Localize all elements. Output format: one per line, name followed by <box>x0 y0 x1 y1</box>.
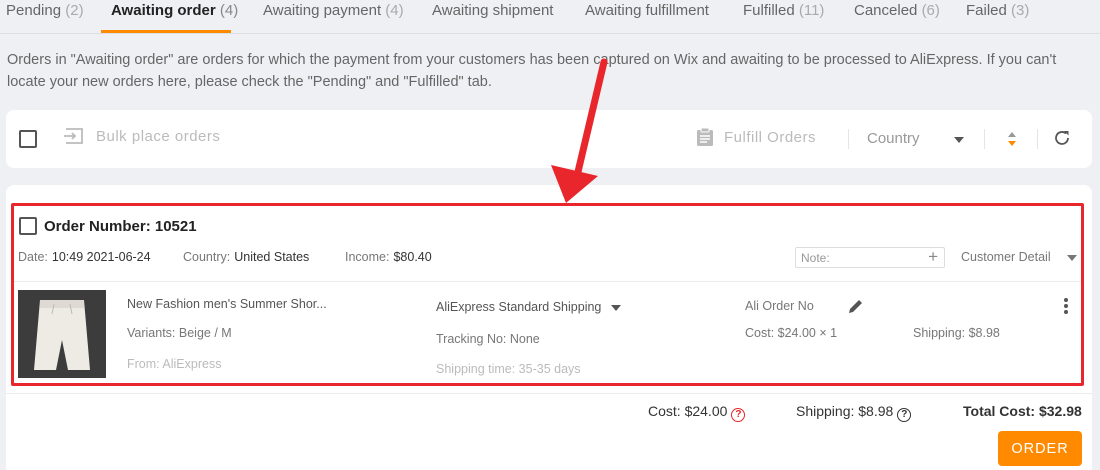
tab-label: Awaiting order <box>111 2 216 19</box>
order-status-tabs: Pending (2) Awaiting order (4) Awaiting … <box>0 0 1100 34</box>
order-date: Date: 10:49 2021-06-24 <box>18 250 151 264</box>
date-value: 10:49 2021-06-24 <box>51 250 151 264</box>
active-tab-indicator <box>101 30 231 33</box>
order-number: Order Number: 10521 <box>44 218 197 235</box>
summary-shipping-text: Shipping: $8.98 <box>796 403 894 419</box>
date-label: Date: <box>18 250 48 264</box>
tab-label: Awaiting fulfillment <box>585 2 709 19</box>
summary-total-text: Total Cost: $32.98 <box>963 403 1082 419</box>
customer-detail-toggle[interactable]: Customer Detail <box>961 250 1077 264</box>
order-button[interactable]: ORDER <box>998 431 1082 466</box>
tab-label: Awaiting payment <box>263 2 382 19</box>
order-income: Income: $80.40 <box>345 250 432 264</box>
product-image[interactable] <box>18 290 106 378</box>
summary-shipping: Shipping: $8.98? <box>796 403 912 422</box>
info-message: Orders in "Awaiting order" are orders fo… <box>7 52 1057 90</box>
tab-failed[interactable]: Failed (3) <box>966 2 1029 19</box>
note-placeholder: Note: <box>801 251 830 265</box>
summary-total: Total Cost: $32.98 <box>963 403 1082 419</box>
clipboard-icon <box>697 127 713 146</box>
bulk-place-orders-button[interactable]: Bulk place orders <box>64 127 220 145</box>
tracking-number: Tracking No: None <box>436 332 540 346</box>
shipping-time: Shipping time: 35-35 days <box>436 362 581 376</box>
fulfill-orders-button[interactable]: Fulfill Orders <box>696 127 816 147</box>
summary-cost-text: Cost: $24.00 <box>648 403 728 419</box>
select-all-checkbox[interactable] <box>19 130 37 148</box>
tab-count: (4) <box>385 2 404 19</box>
tab-label: Awaiting shipment <box>432 2 554 19</box>
tab-label: Pending <box>6 2 62 19</box>
tab-label: Canceled <box>854 2 918 19</box>
order-checkbox[interactable] <box>19 217 37 235</box>
tab-count: (11) <box>798 2 825 19</box>
chevron-down-icon <box>611 305 621 311</box>
plus-icon[interactable]: + <box>928 247 938 267</box>
divider <box>984 129 985 149</box>
pencil-icon[interactable] <box>847 297 865 315</box>
fulfill-label: Fulfill Orders <box>724 128 817 146</box>
order-country: Country: United States <box>183 250 309 264</box>
tab-count: (3) <box>1011 2 1030 19</box>
country-value: United States <box>234 250 310 264</box>
ali-order-no: Ali Order No <box>745 299 814 313</box>
tab-count: (6) <box>921 2 940 19</box>
divider <box>14 281 1081 282</box>
tab-awaiting-payment[interactable]: Awaiting payment (4) <box>263 2 404 19</box>
divider <box>848 129 849 149</box>
country-label: Country: <box>183 250 231 264</box>
tab-label: Fulfilled <box>743 2 795 19</box>
toolbar: Bulk place orders Fulfill Orders Country <box>6 110 1092 168</box>
more-options-icon[interactable] <box>1063 297 1069 315</box>
country-select-label: Country <box>867 130 920 147</box>
product-name[interactable]: New Fashion men's Summer Shor... <box>127 297 327 311</box>
summary-cost: Cost: $24.00? <box>648 403 746 422</box>
country-select[interactable]: Country <box>867 130 967 147</box>
tab-fulfilled[interactable]: Fulfilled (11) <box>743 2 824 19</box>
refresh-icon[interactable] <box>1053 129 1071 147</box>
tab-awaiting-fulfillment[interactable]: Awaiting fulfillment <box>585 2 709 19</box>
bulk-order-icon <box>64 128 83 144</box>
shipping-method-label: AliExpress Standard Shipping <box>436 300 602 314</box>
tab-count: (2) <box>65 2 84 19</box>
income-value: $80.40 <box>393 250 432 264</box>
tab-awaiting-shipment[interactable]: Awaiting shipment <box>432 2 553 19</box>
divider <box>1037 129 1038 149</box>
bulk-label: Bulk place orders <box>96 127 221 145</box>
help-icon[interactable]: ? <box>897 408 912 422</box>
tab-canceled[interactable]: Canceled (6) <box>854 2 940 19</box>
item-cost: Cost: $24.00 × 1 <box>745 326 838 340</box>
item-shipping: Shipping: $8.98 <box>913 326 1000 340</box>
divider <box>6 393 1092 394</box>
help-icon[interactable]: ? <box>731 408 746 422</box>
product-source: From: AliExpress <box>127 357 222 371</box>
income-label: Income: <box>345 250 390 264</box>
tab-pending[interactable]: Pending (2) <box>6 2 84 19</box>
sort-icon[interactable] <box>1007 129 1017 149</box>
shipping-method-select[interactable]: AliExpress Standard Shipping <box>436 300 621 314</box>
product-variants: Variants: Beige / M <box>127 326 232 340</box>
customer-detail-label: Customer Detail <box>961 250 1051 264</box>
chevron-down-icon <box>1067 255 1077 261</box>
tab-label: Failed <box>966 2 1007 19</box>
chevron-down-icon <box>954 137 964 143</box>
tab-awaiting-order[interactable]: Awaiting order (4) <box>111 2 238 19</box>
note-field[interactable]: Note: + <box>795 247 945 268</box>
tab-count: (4) <box>219 2 239 19</box>
